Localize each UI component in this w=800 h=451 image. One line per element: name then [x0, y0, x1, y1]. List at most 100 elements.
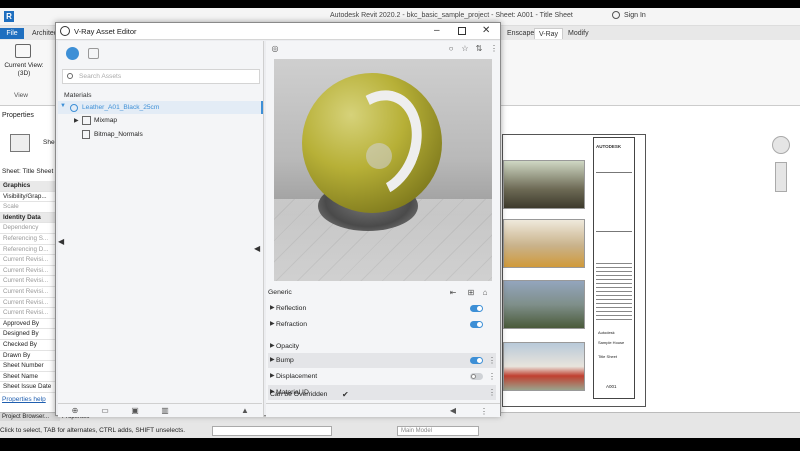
property-row[interactable]: Checked By [0, 340, 58, 351]
generic-header[interactable]: Generic [268, 285, 496, 300]
delete-icon[interactable]: ▥ [160, 406, 170, 416]
asset-toolbar: ⊕ ▭ ▣ ▥ ▲ [58, 403, 262, 417]
workset-field[interactable] [212, 426, 332, 436]
minimize-icon[interactable]: – [434, 25, 440, 37]
opacity-label: Opacity [276, 343, 300, 350]
bitmap-icon [82, 130, 90, 139]
materials-category-icon[interactable] [66, 47, 79, 60]
current-view-label[interactable]: Current View: (3D) [2, 62, 46, 78]
section-reflection[interactable]: ▶ Reflection [268, 301, 496, 316]
property-row[interactable]: Dependency [0, 223, 58, 234]
purge-icon[interactable]: ▲ [240, 406, 250, 416]
preview-logo [366, 143, 392, 169]
vray-logo-icon [60, 26, 70, 36]
material-preview [274, 59, 492, 281]
tab-file[interactable]: File [0, 28, 24, 39]
preview-options-icon[interactable]: ◎ [270, 44, 280, 54]
property-row[interactable]: Referencing S... [0, 234, 58, 245]
property-row[interactable]: Designed By [0, 329, 58, 340]
property-row[interactable]: Current Revisi... [0, 298, 58, 309]
displacement-menu-icon[interactable]: ⋮ [488, 373, 496, 381]
collapse-left-icon[interactable]: ◀ [58, 237, 64, 246]
materials-header: Materials [64, 92, 92, 99]
section-bump[interactable]: ▶ Bump [268, 353, 496, 368]
title-block-notes [596, 172, 632, 232]
property-row[interactable]: Visibility/Grap... [0, 192, 58, 203]
render-image-1 [503, 160, 585, 209]
bump-toggle[interactable] [470, 357, 483, 364]
property-row[interactable]: Current Revisi... [0, 287, 58, 298]
section-opacity[interactable]: ▶ Opacity [268, 339, 496, 354]
tab-vray[interactable]: V-Ray [534, 28, 564, 39]
maximize-icon[interactable] [458, 27, 466, 35]
design-option-select[interactable]: Main Model [397, 426, 479, 436]
search-input[interactable]: Search Assets [79, 73, 121, 80]
sheet-client: Autodesk [598, 330, 615, 335]
property-row[interactable]: Approved By [0, 319, 58, 330]
displacement-toggle[interactable] [470, 373, 483, 380]
view-cube-icon[interactable] [772, 136, 790, 154]
property-row[interactable]: Scale [0, 202, 58, 213]
settings-toolbar: ◀ ⋮ [266, 403, 500, 417]
vray-title: V-Ray Asset Editor [74, 27, 137, 36]
material-settings-icon[interactable]: ⌂ [480, 288, 490, 298]
preview-toggle-icon[interactable]: ⇅ [474, 44, 484, 54]
expand-arrow-icon[interactable]: ▼ [60, 103, 66, 109]
bump-menu-icon[interactable]: ⋮ [488, 357, 496, 365]
section-displacement[interactable]: ▶ Displacement [268, 369, 496, 384]
navigation-bar[interactable] [775, 162, 787, 192]
title-sheet[interactable]: AUTODESK Autodesk Sample House Title She… [502, 134, 646, 407]
sheet-brand: AUTODESK [596, 144, 622, 149]
property-row[interactable]: Drawn By [0, 351, 58, 362]
reflection-toggle[interactable] [470, 305, 483, 312]
settings-layout-icon[interactable]: ⇤ [448, 288, 458, 298]
preview-menu-icon[interactable]: ⋮ [490, 45, 498, 53]
property-row[interactable]: Current Revisi... [0, 255, 58, 266]
refraction-toggle[interactable] [470, 321, 483, 328]
can-be-overridden-checkbox[interactable]: ✔ [342, 390, 349, 399]
material-item-leather[interactable]: Leather_A01_Black_25cm [82, 101, 159, 114]
texture-item-bitmap-normals[interactable]: Bitmap_Normals [94, 128, 143, 141]
render-preview-icon[interactable]: ○ [446, 44, 456, 54]
sheet-project: Sample House [598, 340, 625, 345]
displacement-label: Displacement [276, 373, 318, 380]
selection-marker [261, 101, 263, 114]
properties-title: Properties [2, 112, 34, 119]
vray-asset-editor: V-Ray Asset Editor – ✕ Search Assets Mat… [55, 22, 501, 417]
create-asset-icon[interactable]: ⊕ [70, 406, 80, 416]
collapse-arrow-icon[interactable]: ▶ [74, 117, 79, 124]
back-icon[interactable]: ◀ [448, 406, 458, 416]
texture-item-mixmap[interactable]: Mixmap [94, 114, 117, 127]
property-row[interactable]: Current Revisi... [0, 276, 58, 287]
section-refraction[interactable]: ▶ Refraction [268, 317, 496, 332]
vray-titlebar[interactable]: V-Ray Asset Editor – ✕ [56, 23, 500, 40]
property-row[interactable]: Referencing D... [0, 245, 58, 256]
sign-in-link[interactable]: Sign In [624, 12, 646, 19]
property-row[interactable]: Sheet Number [0, 361, 58, 372]
property-row[interactable]: Current Revisi... [0, 308, 58, 319]
add-layer-icon[interactable]: ⊞ [466, 288, 476, 298]
tab-modify[interactable]: Modify [564, 28, 593, 39]
properties-help-link[interactable]: Properties help [2, 396, 46, 403]
material-id-menu-icon[interactable]: ⋮ [488, 389, 496, 397]
scene-preview-icon[interactable]: ☆ [460, 44, 470, 54]
save-icon[interactable]: ▣ [130, 406, 140, 416]
sheet-type-icon [10, 134, 30, 152]
revit-logo: R [4, 11, 14, 22]
user-icon[interactable] [612, 11, 620, 19]
instance-label[interactable]: Sheet: Title Sheet [2, 168, 58, 175]
current-view-icon[interactable] [15, 44, 31, 58]
material-settings: Generic ⇤ ⊞ ⌂ ▶ Reflection ▶ Refraction … [266, 285, 500, 403]
property-row[interactable]: Current Revisi... [0, 266, 58, 277]
property-row[interactable]: Sheet Name [0, 372, 58, 383]
textures-category-icon[interactable] [88, 48, 99, 59]
search-box[interactable]: Search Assets [62, 69, 260, 84]
expand-preview-icon[interactable]: ◀ [254, 244, 260, 253]
property-row[interactable]: Sheet Issue Date [0, 382, 58, 393]
settings-menu-icon[interactable]: ⋮ [480, 408, 488, 416]
view-group-label: View [14, 92, 28, 99]
close-icon[interactable]: ✕ [482, 24, 490, 38]
sheet-number-value: A001 [606, 384, 617, 389]
project-browser-tab[interactable]: Project Browser... [0, 413, 60, 421]
open-file-icon[interactable]: ▭ [100, 406, 110, 416]
